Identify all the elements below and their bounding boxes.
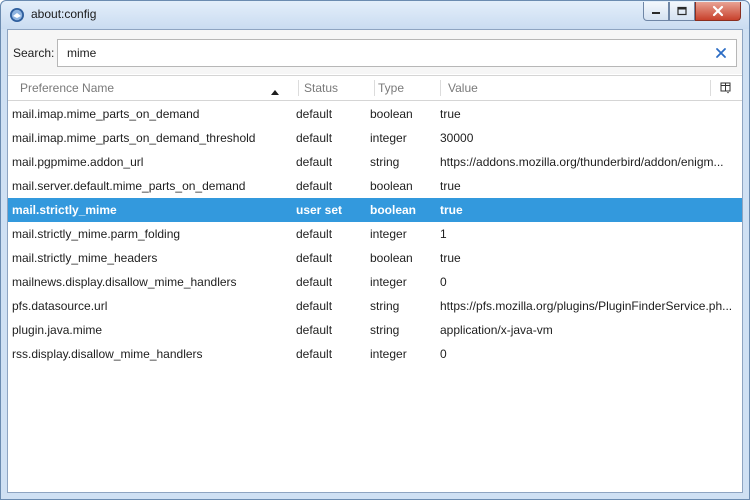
pref-type: string [370,155,400,169]
search-label: Search: [13,46,55,60]
pref-type: boolean [370,203,417,217]
app-window: about:config Search: mime Preference Nam… [0,0,750,500]
column-separator[interactable] [374,80,375,96]
pref-name: mailnews.display.disallow_mime_handlers [12,275,237,289]
pref-status: default [296,107,333,121]
pref-name: pfs.datasource.url [12,299,108,313]
close-icon [716,48,726,58]
pref-value: true [440,251,461,265]
pref-name: mail.imap.mime_parts_on_demand_threshold [12,131,256,145]
title-bar[interactable]: about:config [1,1,749,29]
pref-type: boolean [370,107,413,121]
table-row[interactable]: pfs.datasource.url default string https:… [8,294,742,318]
column-header-name[interactable]: Preference Name [20,76,292,100]
pref-status: default [296,299,333,313]
pref-name: rss.display.disallow_mime_handlers [12,347,203,361]
pref-type: string [370,323,400,337]
search-input[interactable] [67,45,697,61]
table-row[interactable]: mailnews.display.disallow_mime_handlers … [8,270,742,294]
close-icon [712,5,724,17]
pref-name: mail.server.default.mime_parts_on_demand [12,179,246,193]
column-separator[interactable] [298,80,299,96]
pref-status: default [296,251,333,265]
clear-search-button[interactable] [714,46,728,60]
minimize-button[interactable] [643,2,669,21]
maximize-icon [677,6,687,16]
thunderbird-icon [9,7,25,23]
column-header-type[interactable]: Type [378,76,442,100]
maximize-button[interactable] [669,2,695,21]
pref-status: default [296,347,333,361]
pref-value: application/x-java-vm [440,323,553,337]
pref-status: default [296,131,333,145]
table-row[interactable]: rss.display.disallow_mime_handlers defau… [8,342,742,366]
pref-type: integer [370,347,407,361]
table-row[interactable]: plugin.java.mime default string applicat… [8,318,742,342]
column-header-value[interactable]: Value [448,76,708,100]
pref-name: mail.strictly_mime.parm_folding [12,227,181,241]
config-panel: Search: Preference Name Status Type Valu… [7,29,743,493]
pref-type: boolean [370,179,413,193]
pref-status: default [296,155,333,169]
table-row[interactable]: mail.strictly_mime.parm_folding default … [8,222,742,246]
pref-status: user set [296,203,343,217]
pref-value: https://addons.mozilla.org/thunderbird/a… [440,155,724,169]
pref-type: integer [370,275,407,289]
pref-name: mail.strictly_mime_headers [12,251,158,265]
sort-ascending-icon [270,85,280,95]
table-row-selected[interactable]: mail.strictly_mime user set boolean true [8,198,742,222]
pref-status: default [296,323,333,337]
table-row[interactable]: mail.imap.mime_parts_on_demand default b… [8,102,742,126]
window-title: about:config [31,7,97,21]
search-bar: Search: [8,30,742,74]
pref-type: string [370,299,400,313]
column-separator [710,80,711,96]
column-header-status[interactable]: Status [304,76,372,100]
pref-name: mail.strictly_mime [12,203,117,217]
preference-list: mail.imap.mime_parts_on_demand default b… [8,102,742,494]
pref-type: boolean [370,251,413,265]
pref-value: 1 [440,227,447,241]
table-row[interactable]: mail.server.default.mime_parts_on_demand… [8,174,742,198]
pref-value: 0 [440,275,447,289]
pref-value: https://pfs.mozilla.org/plugins/PluginFi… [440,299,733,313]
column-picker-icon[interactable] [720,82,732,94]
pref-value: true [440,107,461,121]
table-row[interactable]: mail.imap.mime_parts_on_demand_threshold… [8,126,742,150]
pref-status: default [296,179,333,193]
pref-value: true [440,179,461,193]
search-box[interactable] [57,39,737,67]
pref-status: default [296,227,333,241]
table-row[interactable]: mail.pgpmime.addon_url default string ht… [8,150,742,174]
close-window-button[interactable] [695,2,741,21]
pref-type: integer [370,131,407,145]
pref-type: integer [370,227,407,241]
pref-value: true [440,203,463,217]
minimize-icon [652,12,660,14]
pref-value: 0 [440,347,447,361]
column-separator[interactable] [440,80,441,96]
column-header: Preference Name Status Type Value [8,75,742,101]
pref-name: mail.imap.mime_parts_on_demand [12,107,200,121]
pref-name: plugin.java.mime [12,323,103,337]
table-row[interactable]: mail.strictly_mime_headers default boole… [8,246,742,270]
pref-name: mail.pgpmime.addon_url [12,155,144,169]
pref-status: default [296,275,333,289]
pref-value: 30000 [440,131,474,145]
